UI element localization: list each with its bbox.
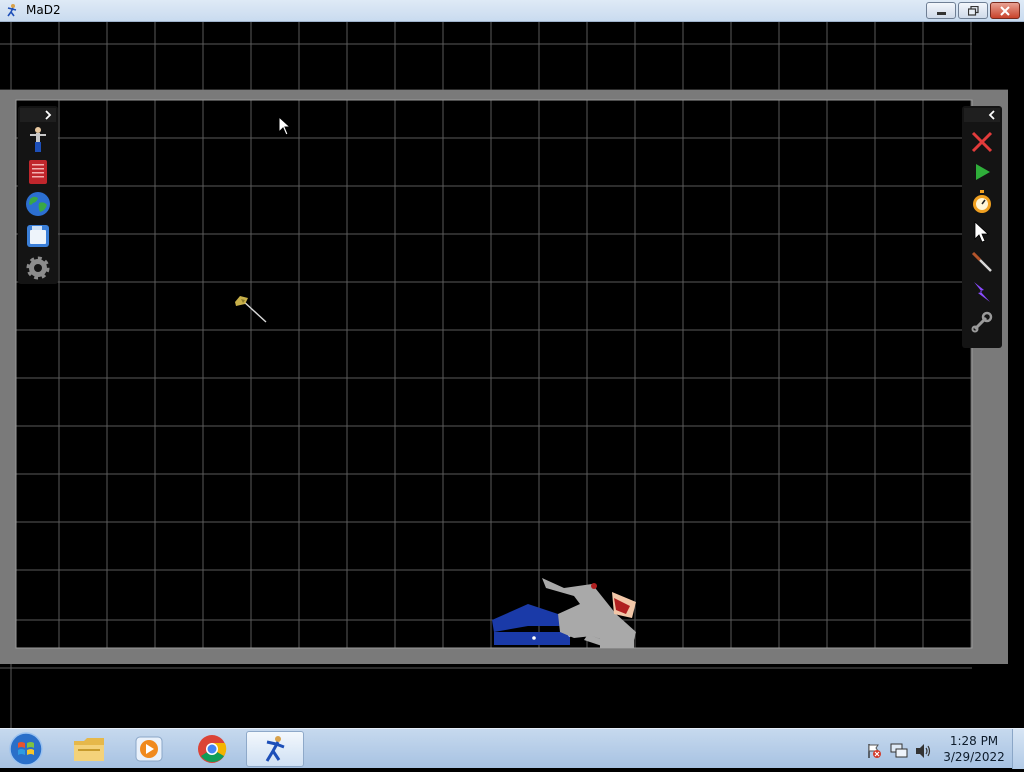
window-titlebar[interactable]: MaD2: [0, 0, 1024, 22]
left-toolbar: [18, 106, 58, 284]
taskbar-media-player[interactable]: [120, 731, 178, 767]
right-toolbar: [962, 106, 1002, 348]
close-icon: [1000, 5, 1010, 16]
minimize-button[interactable]: [926, 2, 956, 19]
right-toolbar-toggle-button[interactable]: [964, 108, 1000, 122]
chevron-left-icon: [988, 110, 995, 120]
volume-icon[interactable]: [914, 743, 932, 759]
wrench-icon: [971, 311, 993, 333]
ragdoll-spawn-button[interactable]: [24, 126, 52, 154]
game-canvas[interactable]: [0, 22, 1024, 728]
taskbar-clock[interactable]: 1:28 PM 3/29/2022: [940, 733, 1008, 765]
system-tray: [862, 731, 942, 767]
mouse-cursor-icon: [278, 116, 292, 136]
taskbar-chrome[interactable]: [183, 731, 241, 767]
ragdoll-icon: [30, 127, 46, 152]
restore-button[interactable]: [958, 2, 988, 19]
time-control-button[interactable]: [968, 188, 996, 216]
mad2-app-icon: [265, 736, 285, 762]
floor-wall: [11, 648, 1008, 664]
window-title: MaD2: [26, 3, 61, 17]
clock-date: 3/29/2022: [943, 750, 1005, 764]
ragdoll-body[interactable]: [488, 574, 640, 650]
show-desktop-button[interactable]: [1012, 729, 1024, 769]
left-wall: [0, 90, 16, 664]
lightning-icon: [974, 282, 990, 302]
world-button[interactable]: [24, 190, 52, 218]
globe-icon: [26, 192, 50, 216]
select-tool-button[interactable]: [968, 218, 996, 246]
chevron-right-icon: [45, 110, 52, 120]
taskbar-file-explorer[interactable]: [60, 731, 118, 767]
media-player-icon: [135, 736, 163, 762]
clock-time: 1:28 PM: [949, 734, 999, 748]
save-button[interactable]: [24, 222, 52, 250]
mad2-app-icon: [7, 4, 17, 17]
settings-button[interactable]: [24, 254, 52, 282]
play-icon: [976, 164, 990, 180]
start-button[interactable]: [6, 731, 46, 767]
minimize-icon: [936, 12, 946, 15]
floppy-disk-icon: [27, 225, 49, 247]
windows-start-icon: [9, 732, 43, 766]
knife-icon: [971, 251, 992, 272]
pointer-icon: [974, 221, 990, 243]
stopwatch-icon: [973, 190, 991, 213]
taskbar-mad2[interactable]: [246, 731, 304, 767]
red-book-icon: [29, 160, 47, 184]
network-icon[interactable]: [890, 743, 908, 759]
close-button[interactable]: [990, 2, 1020, 19]
folder-icon: [74, 738, 104, 761]
knife-tool-button[interactable]: [968, 248, 996, 276]
power-tool-button[interactable]: [968, 278, 996, 306]
action-center-flag-icon[interactable]: [866, 743, 882, 759]
axe-item[interactable]: [232, 294, 272, 326]
item-catalog-button[interactable]: [24, 158, 52, 186]
left-toolbar-toggle-button[interactable]: [20, 108, 56, 122]
play-button[interactable]: [968, 158, 996, 186]
wrench-tool-button[interactable]: [968, 308, 996, 336]
gear-icon: [26, 256, 50, 280]
delete-tool-button[interactable]: [968, 128, 996, 156]
ceiling-wall: [11, 90, 1008, 100]
red-x-icon: [971, 131, 993, 153]
taskbar: 1:28 PM 3/29/2022: [0, 728, 1024, 769]
restore-icon: [967, 5, 979, 16]
chrome-icon: [198, 735, 227, 763]
